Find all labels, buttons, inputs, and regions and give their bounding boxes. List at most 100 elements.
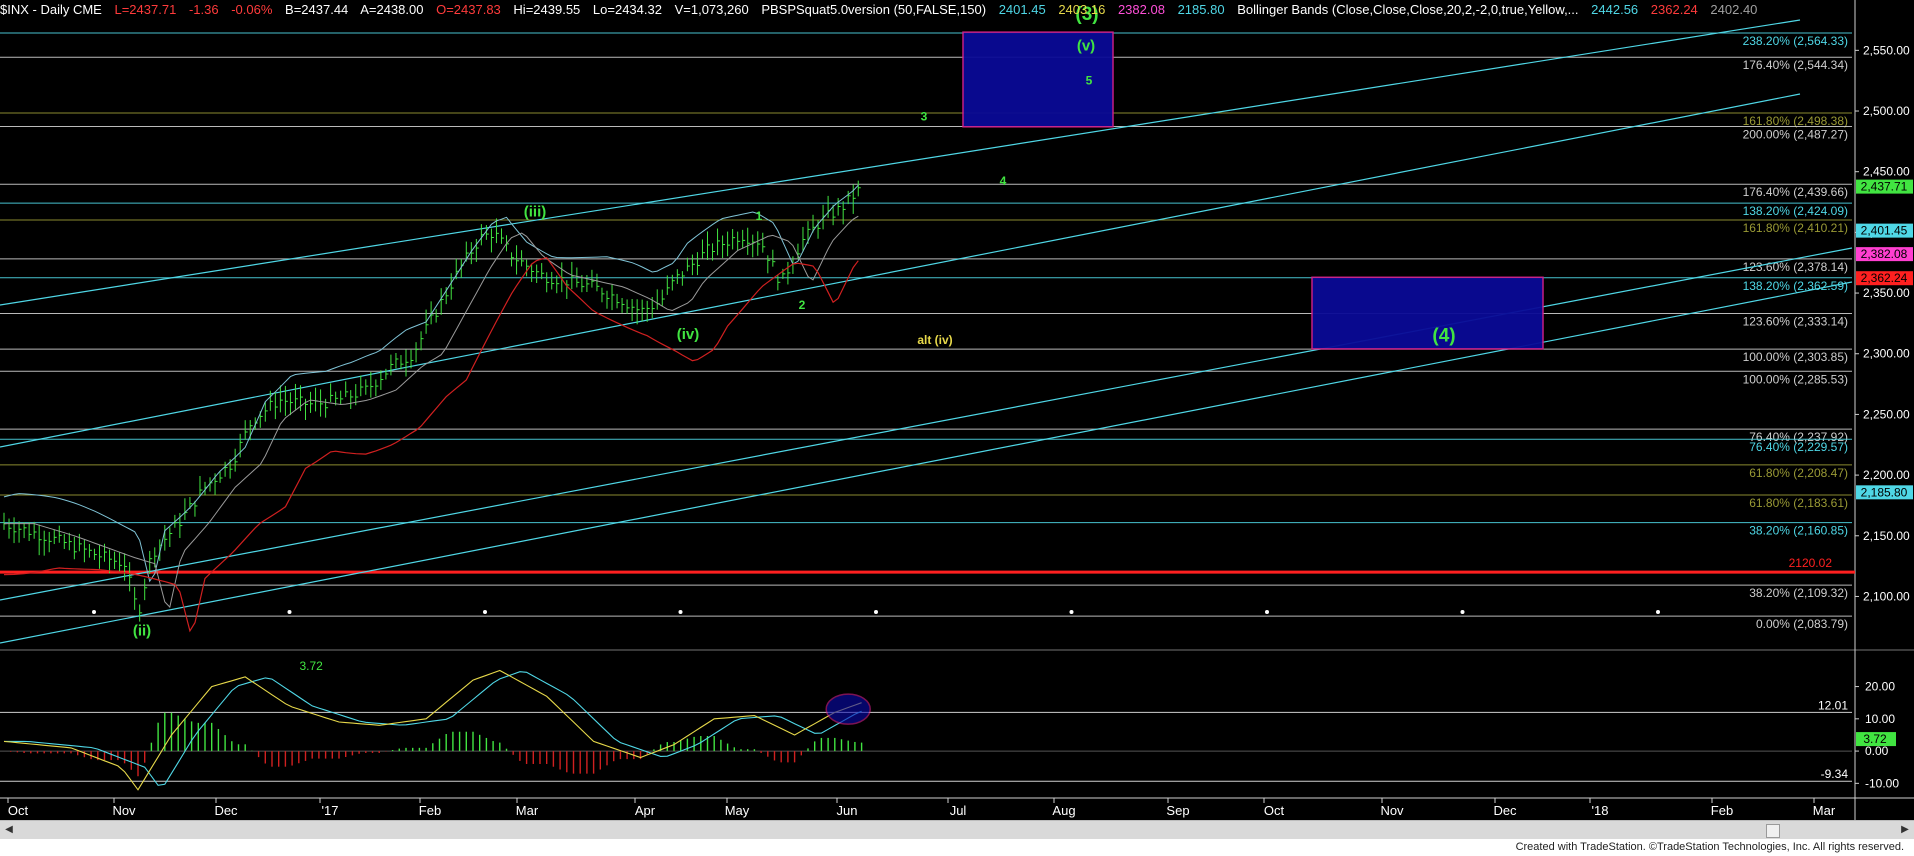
- time-marker-dot: [678, 610, 683, 614]
- ask-price: A=2438.00: [360, 2, 424, 17]
- wave-label: (iv): [677, 326, 700, 343]
- wave-label: (ii): [133, 622, 151, 639]
- fib-level-label: 138.20% (2,424.09): [1743, 204, 1848, 218]
- bollinger-label: Bollinger Bands (Close,Close,Close,20,2,…: [1237, 2, 1579, 17]
- wave-label: (iii): [524, 204, 547, 221]
- time-marker-dot: [287, 610, 292, 614]
- open-price: O=2437.83: [436, 2, 501, 17]
- high-price: Hi=2439.55: [513, 2, 581, 17]
- time-axis-label: Feb: [1711, 803, 1733, 818]
- scroll-right-icon[interactable]: ▶: [1898, 823, 1912, 837]
- time-marker-dot: [1460, 610, 1465, 614]
- macd-highlight-ellipse: [825, 693, 871, 725]
- time-axis-label: '17: [322, 803, 339, 818]
- last-price: L=2437.71: [114, 2, 177, 17]
- price-tag-label: 2,382.08: [1861, 247, 1908, 261]
- price-tag-label: 2,185.80: [1861, 485, 1908, 499]
- price-tag-label: 2,437.71: [1861, 180, 1908, 194]
- target-box: [1311, 276, 1544, 350]
- bid-price: B=2437.44: [285, 2, 349, 17]
- fib-level-label: 61.80% (2,208.47): [1749, 466, 1848, 480]
- time-marker-dot: [92, 610, 96, 614]
- macd-axis-label: 20.00: [1865, 680, 1895, 694]
- bb-upper-value: 2442.56: [1591, 2, 1639, 17]
- macd-label: MACD (12,26,9,Green,Red,DarkGray): [2, 659, 206, 673]
- time-axis-label: Nov: [112, 803, 136, 818]
- price-axis-label: 2,200.00: [1863, 468, 1910, 482]
- scroll-left-icon[interactable]: ◀: [2, 823, 16, 837]
- fib-level-label: 238.20% (2,564.33): [1743, 34, 1848, 48]
- fib-level-label: 161.80% (2,498.38): [1743, 114, 1848, 128]
- time-axis-label: Nov: [1380, 803, 1404, 818]
- time-axis-label: Oct: [8, 803, 29, 818]
- price-axis-label: 2,350.00: [1863, 286, 1910, 300]
- fib-level-label: 100.00% (2,303.85): [1743, 350, 1848, 364]
- price-tag-label: 2,362.24: [1861, 271, 1908, 285]
- time-axis-label: Dec: [1493, 803, 1517, 818]
- scroll-thumb[interactable]: [1766, 824, 1780, 838]
- time-axis-label: Apr: [635, 803, 656, 818]
- price-axis-label: 2,100.00: [1863, 589, 1910, 603]
- macd-axis-label: 10.00: [1865, 712, 1895, 726]
- wave-label: 1: [756, 209, 763, 223]
- time-marker-dot: [1656, 610, 1660, 614]
- time-axis-label: Jul: [950, 803, 967, 818]
- indicator-value-1: 2401.45: [998, 2, 1046, 17]
- macd-header: MACD (12,26,9,Green,Red,DarkGray) 14.35 …: [2, 659, 366, 673]
- time-axis-label: Oct: [1264, 803, 1285, 818]
- fib-level-label: 176.40% (2,439.66): [1743, 185, 1848, 199]
- fib-level-label: 176.40% (2,544.34): [1743, 58, 1848, 72]
- price-chart[interactable]: 238.20% (2,564.33)176.40% (2,544.34)161.…: [0, 0, 1914, 856]
- price-tag-label: 2,401.45: [1861, 224, 1908, 238]
- time-axis-label: Aug: [1052, 803, 1075, 818]
- price-axis-label: 2,550.00: [1863, 43, 1910, 57]
- macd-value: 14.35: [216, 659, 247, 673]
- macd-signal-value: 10.63: [258, 659, 289, 673]
- fib-level-label: 161.80% (2,410.21): [1743, 221, 1848, 235]
- chart-background: [0, 0, 1914, 820]
- time-marker-dot: [483, 610, 487, 614]
- indicator-value-2: 2403.16: [1058, 2, 1106, 17]
- status-bar: Created with TradeStation. ©TradeStation…: [0, 839, 1914, 856]
- indicator-value-3: 2382.08: [1117, 2, 1165, 17]
- horizontal-scrollbar[interactable]: ◀ ▶: [0, 820, 1914, 839]
- wave-label: 2: [799, 298, 806, 312]
- macd-axis-label: 0.00: [1865, 744, 1889, 758]
- bb-mid-value: 2402.40: [1710, 2, 1758, 17]
- fib-level-label: 38.20% (2,160.85): [1749, 524, 1848, 538]
- support-line-label: 2120.02: [1789, 556, 1833, 570]
- time-axis-label: Jun: [837, 803, 858, 818]
- price-change: -1.36: [188, 2, 219, 17]
- fib-level-label: 61.80% (2,183.61): [1749, 496, 1848, 510]
- fib-level-label: 100.00% (2,285.53): [1743, 372, 1848, 386]
- macd-hist-value: 3.72: [299, 659, 323, 673]
- time-axis-label: Feb: [419, 803, 441, 818]
- wave-label: 5: [1086, 73, 1093, 87]
- price-axis-label: 2,450.00: [1863, 165, 1910, 179]
- price-axis-label: 2,300.00: [1863, 347, 1910, 361]
- wave-label: alt (iv): [917, 333, 952, 347]
- low-price: Lo=2434.32: [592, 2, 662, 17]
- time-marker-dot: [1069, 610, 1074, 614]
- macd-level-label: 12.01: [1818, 698, 1848, 712]
- time-axis-label: Mar: [1813, 803, 1836, 818]
- volume: V=1,073,260: [674, 2, 749, 17]
- time-axis-label: Dec: [214, 803, 238, 818]
- wave-label: (4): [1432, 326, 1455, 347]
- indicator-label: PBSPSquat5.0version (50,FALSE,150): [761, 2, 987, 17]
- fib-level-label: 0.00% (2,083.79): [1756, 617, 1848, 631]
- fib-level-label: 123.60% (2,333.14): [1743, 315, 1848, 329]
- price-axis-label: 2,500.00: [1863, 104, 1910, 118]
- bb-lower-value: 2362.24: [1650, 2, 1698, 17]
- fib-level-label: 76.40% (2,229.57): [1749, 440, 1848, 454]
- time-marker-dot: [874, 610, 878, 614]
- macd-level-label: -9.34: [1821, 767, 1849, 781]
- price-axis-label: 2,250.00: [1863, 407, 1910, 421]
- price-change-pct: -0.06%: [231, 2, 273, 17]
- symbol-label: $INX - Daily CME: [0, 2, 102, 17]
- time-axis-label: Sep: [1166, 803, 1189, 818]
- time-axis-label: '18: [1592, 803, 1609, 818]
- chart-header: $INX - Daily CME L=2437.71 -1.36 -0.06% …: [0, 2, 1766, 18]
- fib-level-label: 123.60% (2,378.14): [1743, 260, 1848, 274]
- wave-label: 4: [1000, 174, 1007, 188]
